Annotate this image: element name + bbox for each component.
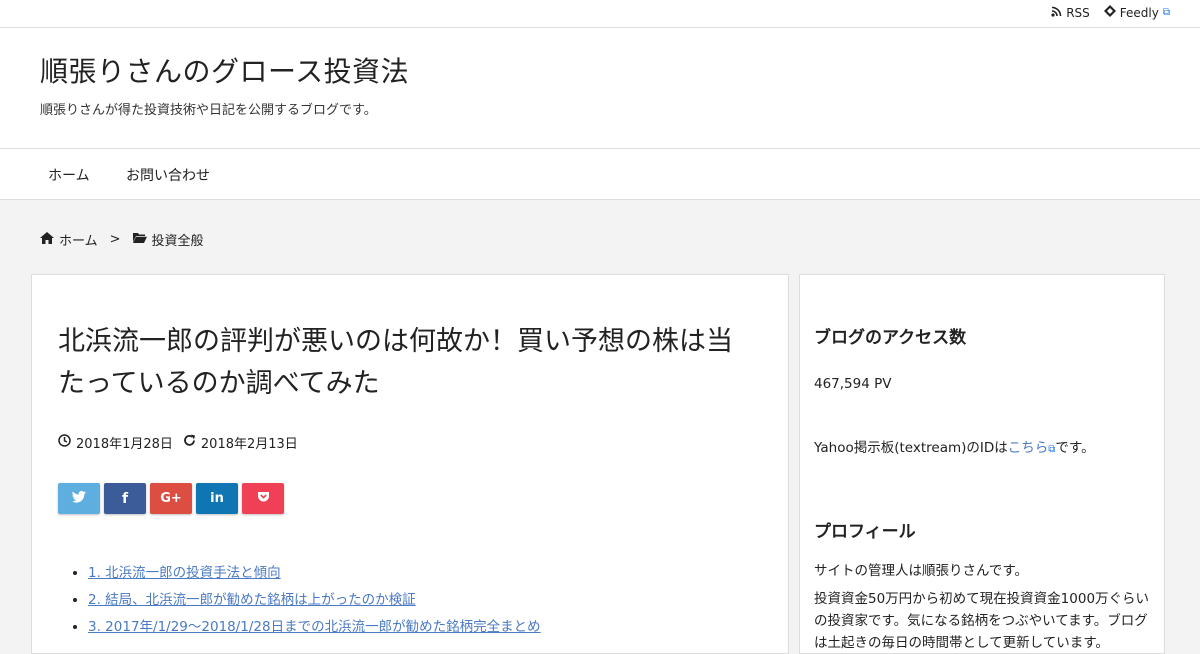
toc-link[interactable]: 1. 北浜流一郎の投資手法と傾向 [88, 565, 281, 581]
home-icon [40, 231, 54, 248]
pocket-icon [257, 491, 270, 507]
main-nav: ホーム お問い合わせ [0, 148, 1200, 200]
breadcrumb-separator: > [109, 232, 121, 247]
yahoo-link-label: こちら [1007, 440, 1049, 456]
feedly-label: Feedly [1119, 5, 1159, 20]
top-bar: RSS Feedly ⧉ [0, 0, 1200, 28]
updated-date: 2018年2月13日 [183, 433, 298, 452]
twitter-icon [72, 490, 86, 507]
toc-link[interactable]: 2. 結局、北浜流一郎が勧めた銘柄は上がったのか検証 [88, 592, 416, 608]
site-description: 順張りさんが得た投資技術や日記を公開するブログです。 [40, 103, 377, 118]
linkedin-share-button[interactable]: in [196, 483, 238, 514]
post-dates: 2018年1月28日 2018年2月13日 [58, 433, 298, 452]
pv-count: 467,594 PV [814, 376, 892, 392]
feedly-icon [1103, 5, 1116, 20]
google-plus-share-button[interactable]: G+ [150, 483, 192, 514]
rss-link[interactable]: RSS [1051, 5, 1090, 20]
yahoo-id-text: Yahoo掲示板(textream)のIDはこちら⧉です。 [814, 437, 1152, 461]
refresh-icon [183, 434, 196, 451]
rss-icon [1051, 6, 1062, 20]
profile-line-2: 投資資金50万円から初めて現在投資資金1000万ぐらいの投資家です。気になる銘柄… [814, 591, 1150, 651]
toc-item: 2. 結局、北浜流一郎が勧めた銘柄は上がったのか検証 [88, 588, 541, 608]
breadcrumb-home-label: ホーム [59, 234, 98, 249]
google-plus-icon: G+ [160, 491, 182, 506]
yahoo-text-after: です。 [1055, 440, 1095, 456]
top-links: RSS Feedly ⧉ [1051, 5, 1170, 20]
twitter-share-button[interactable] [58, 483, 100, 514]
folder-open-icon [132, 232, 147, 247]
post-title: 北浜流一郎の評判が悪いのは何故か！買い予想の株は当たっているのか調べてみた [58, 326, 733, 399]
breadcrumb: ホーム > 投資全般 [40, 230, 204, 249]
nav-item-contact[interactable]: お問い合わせ [126, 165, 210, 185]
site-header: 順張りさんのグロース投資法 順張りさんが得た投資技術や日記を公開するブログです。 [0, 28, 1200, 148]
toc-link[interactable]: 3. 2017年/1/29～2018/1/28日までの北浜流一郎が勧めた銘柄完全… [88, 619, 541, 635]
external-link-icon: ⧉ [1162, 7, 1170, 18]
site-title[interactable]: 順張りさんのグロース投資法 [40, 50, 409, 90]
article-card: 北浜流一郎の評判が悪いのは何故か！買い予想の株は当たっているのか調べてみた 20… [31, 274, 789, 654]
yahoo-text-before: Yahoo掲示板(textream)のIDは [814, 440, 1008, 456]
breadcrumb-category[interactable]: 投資全般 [132, 230, 204, 249]
sidebar: ブログのアクセス数 467,594 PV Yahoo掲示板(textream)の… [799, 274, 1165, 654]
facebook-icon: f [121, 490, 129, 507]
linkedin-icon: in [210, 491, 224, 506]
profile-line-1: サイトの管理人は順張りさんです。 [814, 563, 1028, 579]
updated-date-text: 2018年2月13日 [200, 437, 298, 452]
breadcrumb-home[interactable]: ホーム [40, 230, 98, 249]
toc-item: 3. 2017年/1/29～2018/1/28日までの北浜流一郎が勧めた銘柄完全… [88, 615, 541, 635]
share-buttons: f G+ in [58, 483, 284, 514]
breadcrumb-category-label: 投資全般 [151, 234, 204, 249]
clock-icon [58, 434, 71, 451]
rss-label: RSS [1066, 5, 1090, 20]
feedly-link[interactable]: Feedly ⧉ [1103, 5, 1170, 20]
published-date-text: 2018年1月28日 [76, 437, 173, 452]
yahoo-id-link[interactable]: こちら⧉ [1008, 440, 1056, 456]
toc-item: 1. 北浜流一郎の投資手法と傾向 [88, 561, 541, 581]
nav-item-home[interactable]: ホーム [48, 165, 90, 185]
profile-heading: プロフィール [814, 522, 916, 542]
facebook-share-button[interactable]: f [104, 483, 146, 514]
published-date: 2018年1月28日 [58, 433, 173, 452]
pocket-share-button[interactable] [242, 483, 284, 514]
access-count-heading: ブログのアクセス数 [814, 328, 967, 348]
